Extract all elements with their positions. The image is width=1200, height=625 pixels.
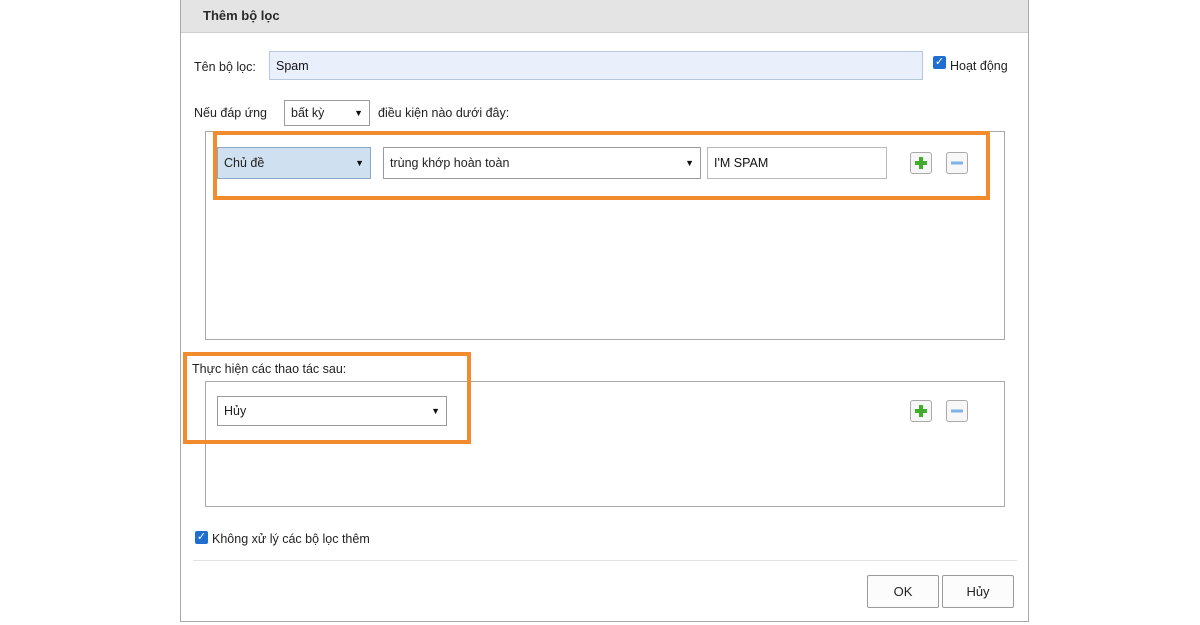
match-mode-value: bất kỳ <box>291 106 325 120</box>
minus-icon <box>951 409 963 413</box>
minus-icon <box>951 161 963 165</box>
stop-processing-checkbox[interactable]: ✓ <box>195 531 208 544</box>
active-label: Hoạt động <box>950 59 1008 73</box>
caret-down-icon: ▼ <box>431 406 440 416</box>
caret-down-icon: ▼ <box>355 158 364 168</box>
match-mode-select[interactable]: bất kỳ ▼ <box>284 100 370 126</box>
add-action-button[interactable] <box>910 400 932 422</box>
cancel-button[interactable]: Hủy <box>942 575 1014 608</box>
filter-name-value: Spam <box>276 58 309 73</box>
condition-field-select[interactable]: Chủ đề ▼ <box>217 147 371 179</box>
add-filter-dialog: Thêm bộ lọc Tên bộ lọc: Spam ✓ Hoạt động… <box>180 0 1029 622</box>
stop-processing-label: Không xử lý các bộ lọc thêm <box>212 532 370 546</box>
match-prefix-label: Nếu đáp ứng <box>194 106 268 120</box>
action-value: Hủy <box>224 404 247 418</box>
actions-heading: Thực hiện các thao tác sau: <box>192 362 347 376</box>
plus-icon <box>915 405 927 417</box>
caret-down-icon: ▼ <box>685 158 694 168</box>
cancel-button-label: Hủy <box>966 584 990 599</box>
condition-value-input[interactable]: I'M SPAM <box>707 147 887 179</box>
checkmark-icon: ✓ <box>934 56 945 68</box>
filter-name-input[interactable]: Spam <box>269 51 923 80</box>
ok-button-label: OK <box>893 584 913 599</box>
condition-operator-value: trùng khớp hoàn toàn <box>390 156 510 170</box>
remove-action-button[interactable] <box>946 400 968 422</box>
checkmark-icon: ✓ <box>196 531 207 543</box>
remove-condition-button[interactable] <box>946 152 968 174</box>
dialog-titlebar: Thêm bộ lọc <box>181 0 1028 33</box>
ok-button[interactable]: OK <box>867 575 939 608</box>
condition-field-value: Chủ đề <box>224 156 265 170</box>
condition-value-text: I'M SPAM <box>714 156 769 170</box>
footer-divider <box>193 560 1017 561</box>
action-select[interactable]: Hủy ▼ <box>217 396 447 426</box>
add-condition-button[interactable] <box>910 152 932 174</box>
plus-icon <box>915 157 927 169</box>
dialog-title: Thêm bộ lọc <box>203 8 280 23</box>
match-suffix-label: điều kiện nào dưới đây: <box>378 106 510 120</box>
condition-operator-select[interactable]: trùng khớp hoàn toàn ▼ <box>383 147 701 179</box>
filter-name-label: Tên bộ lọc: <box>194 60 256 74</box>
caret-down-icon: ▼ <box>354 108 363 118</box>
active-checkbox[interactable]: ✓ <box>933 56 946 69</box>
